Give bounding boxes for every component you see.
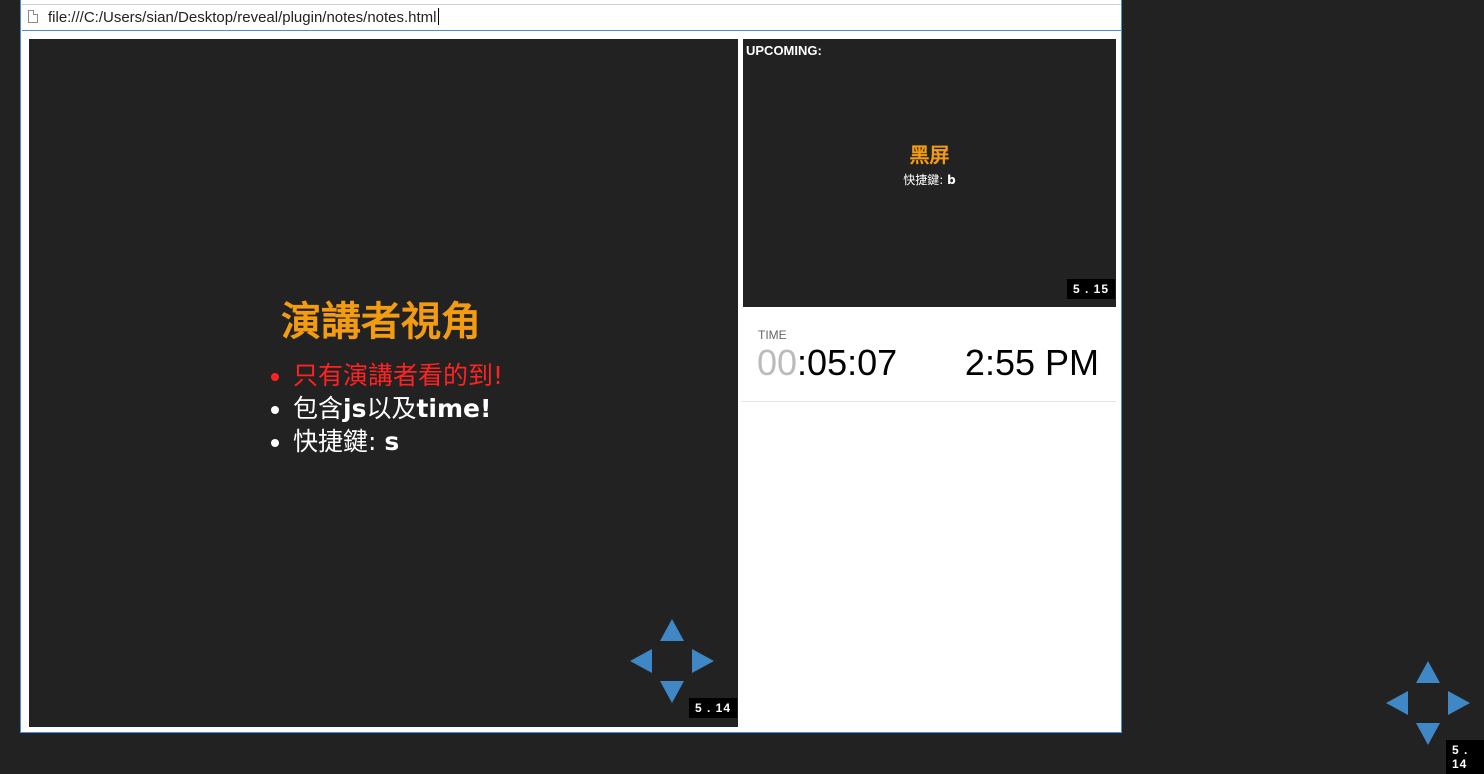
navigation-controls bbox=[630, 619, 714, 703]
time-label: TIME bbox=[758, 328, 787, 342]
arrow-up-icon[interactable] bbox=[660, 619, 684, 641]
background-navigation-controls bbox=[1386, 661, 1470, 745]
speaker-notes-window: file:///C:/Users/sian/Desktop/reveal/plu… bbox=[20, 0, 1122, 733]
page-icon bbox=[28, 10, 38, 23]
timer-minutes-seconds: :05:07 bbox=[797, 342, 898, 383]
arrow-down-icon[interactable] bbox=[660, 681, 684, 703]
bullet-bold: s bbox=[384, 427, 400, 456]
bullet-text: 包含 bbox=[293, 394, 344, 423]
time-panel: TIME 00:05:07 2:55 PM bbox=[741, 314, 1116, 402]
url-text[interactable]: file:///C:/Users/sian/Desktop/reveal/plu… bbox=[48, 8, 439, 26]
upcoming-subtitle-text: 快捷鍵: bbox=[903, 173, 948, 187]
bullet-text: 快捷鍵: bbox=[293, 427, 385, 456]
current-slide: 演講者視角 只有演講者看的到! 包含js以及time! 快捷鍵: s 5 . 1… bbox=[29, 39, 738, 727]
arrow-left-icon[interactable] bbox=[1386, 691, 1408, 715]
bullet-item: 只有演講者看的到! bbox=[293, 359, 669, 392]
background-slide-number: 5 . 14 bbox=[1446, 740, 1484, 774]
arrow-right-icon[interactable] bbox=[1448, 691, 1470, 715]
arrow-down-icon[interactable] bbox=[1416, 723, 1440, 745]
slide-title: 演講者視角 bbox=[281, 299, 481, 345]
bullet-text: 以及 bbox=[366, 394, 417, 423]
bullet-item: 快捷鍵: s bbox=[293, 425, 669, 458]
arrow-right-icon[interactable] bbox=[692, 649, 714, 673]
upcoming-slide-title: 黑屏 bbox=[909, 143, 950, 167]
upcoming-subtitle-key: b bbox=[947, 173, 956, 187]
arrow-up-icon[interactable] bbox=[1416, 661, 1440, 683]
arrow-left-icon[interactable] bbox=[630, 649, 652, 673]
slide-content: 演講者視角 只有演講者看的到! 包含js以及time! 快捷鍵: s bbox=[269, 289, 669, 458]
slide-number: 5 . 14 bbox=[689, 698, 738, 718]
upcoming-slide-subtitle: 快捷鍵: b bbox=[743, 171, 1116, 188]
slide-bullet-list: 只有演講者看的到! 包含js以及time! 快捷鍵: s bbox=[269, 359, 669, 458]
upcoming-slide: UPCOMING: 黑屏 快捷鍵: b 5 . 15 bbox=[743, 39, 1116, 307]
bullet-bold: js bbox=[343, 394, 367, 423]
upcoming-slide-number: 5 . 15 bbox=[1067, 279, 1116, 299]
text-caret bbox=[437, 8, 439, 25]
elapsed-timer[interactable]: 00:05:07 bbox=[757, 342, 897, 384]
bullet-item: 包含js以及time! bbox=[293, 392, 669, 425]
bullet-bold: time! bbox=[416, 394, 492, 423]
upcoming-label: UPCOMING: bbox=[746, 43, 822, 58]
address-bar[interactable]: file:///C:/Users/sian/Desktop/reveal/plu… bbox=[22, 4, 1121, 31]
timer-hours: 00 bbox=[757, 342, 798, 383]
clock: 2:55 PM bbox=[964, 342, 1099, 383]
